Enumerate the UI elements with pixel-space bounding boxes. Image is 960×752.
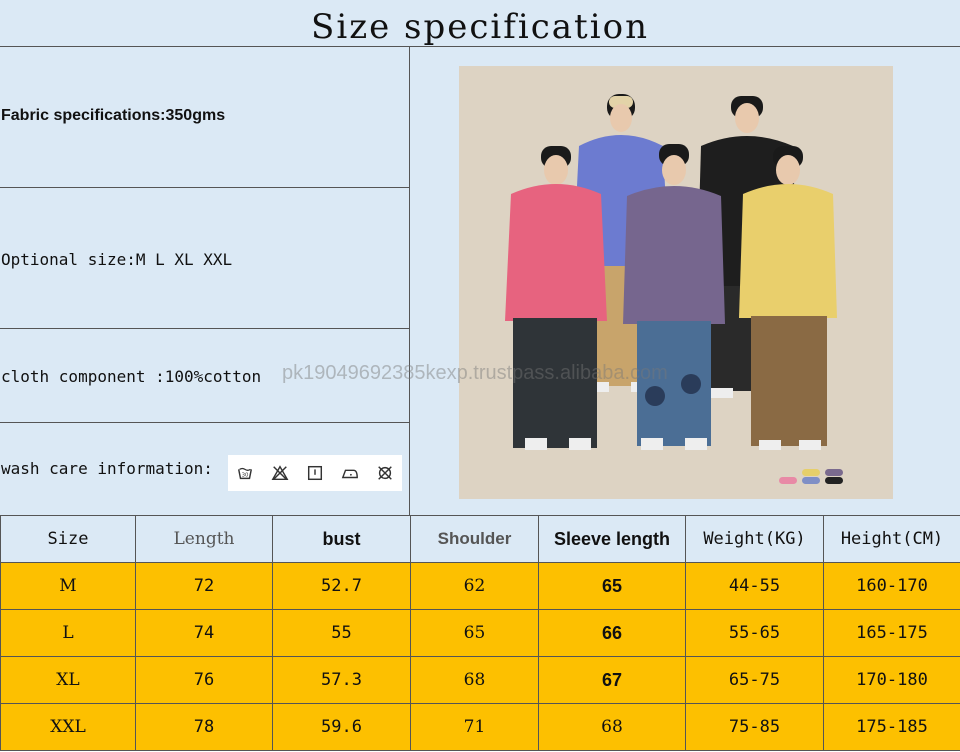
no-dry-clean-icon — [377, 466, 392, 480]
product-photo — [459, 66, 893, 499]
color-swatches — [779, 469, 843, 484]
svg-text:30: 30 — [242, 473, 249, 479]
cell-height: 175-185 — [823, 703, 960, 751]
cell-shoulder: 65 — [410, 609, 539, 657]
cell-length: 76 — [135, 656, 273, 704]
cell-bust: 52.7 — [272, 562, 411, 610]
page-title: Size specification — [0, 0, 960, 47]
table-row: M 72 52.7 62 65 44-55 160-170 — [0, 562, 960, 610]
cell-size: M — [0, 562, 136, 610]
table-header-row: Size Length bust Shoulder Sleeve length … — [0, 515, 960, 563]
cell-weight: 55-65 — [685, 609, 824, 657]
cell-length: 74 — [135, 609, 273, 657]
header-shoulder: Shoulder — [410, 515, 539, 563]
table-row: L 74 55 65 66 55-65 165-175 — [0, 609, 960, 657]
cell-bust: 57.3 — [272, 656, 411, 704]
cell-shoulder: 62 — [410, 562, 539, 610]
cell-height: 165-175 — [823, 609, 960, 657]
cell-height: 160-170 — [823, 562, 960, 610]
optional-size: Optional size:M L XL XXL — [1, 249, 233, 269]
no-bleach-icon — [271, 465, 289, 481]
cell-weight: 44-55 — [685, 562, 824, 610]
cell-sleeve-length: 66 — [538, 609, 686, 657]
optional-size-row: Optional size:M L XL XXL — [0, 188, 409, 329]
models-illustration — [505, 94, 843, 484]
cell-length: 72 — [135, 562, 273, 610]
cell-length: 78 — [135, 703, 273, 751]
cell-bust: 59.6 — [272, 703, 411, 751]
wash-tub-icon: 30 — [238, 467, 253, 480]
table-row: XXL 78 59.6 71 68 75-85 175-185 — [0, 703, 960, 751]
cloth-component: cloth component :100%cotton — [1, 367, 262, 386]
table-row: XL 76 57.3 68 67 65-75 170-180 — [0, 656, 960, 704]
cell-height: 170-180 — [823, 656, 960, 704]
header-bust: bust — [272, 515, 411, 563]
cell-shoulder: 68 — [410, 656, 539, 704]
model-yellow-hoodie — [739, 146, 837, 450]
header-weight: Weight(KG) — [685, 515, 824, 563]
fabric-spec: Fabric specifications:350gms — [1, 107, 226, 124]
cell-weight: 75-85 — [685, 703, 824, 751]
cell-sleeve-length: 65 — [538, 562, 686, 610]
cell-shoulder: 71 — [410, 703, 539, 751]
model-pink-hoodie — [505, 146, 607, 450]
info-panel: Fabric specifications:350gms Optional si… — [0, 47, 409, 515]
watermark: pk19049692385kexp.trustpass.alibaba.com — [282, 362, 668, 384]
cell-size: L — [0, 609, 136, 657]
wash-care-label: wash care information: — [1, 458, 213, 478]
cell-sleeve-length: 67 — [538, 656, 686, 704]
header-size: Size — [0, 515, 136, 563]
iron-icon — [341, 469, 358, 479]
cell-weight: 65-75 — [685, 656, 824, 704]
size-table: Size Length bust Shoulder Sleeve length … — [0, 515, 960, 751]
header-height: Height(CM) — [823, 515, 960, 563]
fabric-row: Fabric specifications:350gms — [0, 47, 409, 188]
cell-size: XXL — [0, 703, 136, 751]
cell-sleeve-length: 68 — [538, 703, 686, 751]
tumble-dry-icon — [307, 465, 323, 481]
header-sleeve-length: Sleeve length — [538, 515, 686, 563]
cell-size: XL — [0, 656, 136, 704]
care-icons: 30 — [228, 455, 402, 491]
cell-bust: 55 — [272, 609, 411, 657]
header-length: Length — [135, 515, 273, 563]
